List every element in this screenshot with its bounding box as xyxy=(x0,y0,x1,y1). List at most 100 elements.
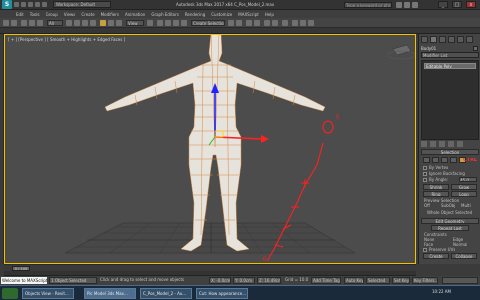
select-and-scale-icon[interactable] xyxy=(116,20,122,26)
viewport-label[interactable]: [ + ] [Perspective ] [ Smooth + Highligh… xyxy=(8,37,125,42)
link-icon[interactable] xyxy=(21,20,27,26)
z-coordinate-field[interactable]: Z: 16.49cm xyxy=(257,277,281,284)
y-coordinate-field[interactable]: Y: 0.0cm xyxy=(233,277,255,284)
preview-multi-radio[interactable]: Multi xyxy=(461,203,471,208)
stack-item-editable-poly[interactable]: Editable Poly xyxy=(424,63,476,69)
angle-spinner[interactable]: 45.0 xyxy=(459,177,477,182)
taskbar-app-3[interactable]: C_Pos_Model_2 - Au... xyxy=(140,288,192,299)
select-and-rotate-icon[interactable] xyxy=(108,20,114,26)
undo-icon[interactable] xyxy=(35,2,40,7)
bind-space-warp-icon[interactable] xyxy=(37,20,43,26)
create-button[interactable]: Create xyxy=(423,253,449,259)
reference-coordinate-dropdown[interactable]: View xyxy=(126,20,144,26)
object-color-swatch[interactable] xyxy=(473,46,478,51)
hierarchy-tab-icon[interactable] xyxy=(439,36,446,43)
menu-maxscript[interactable]: MAXScript xyxy=(238,12,259,17)
collapse-button[interactable]: Collapse xyxy=(451,253,477,259)
app-logo-icon[interactable]: S xyxy=(2,0,12,9)
edge-level-icon[interactable] xyxy=(432,157,439,163)
start-button[interactable] xyxy=(2,288,18,299)
selection-filter-dropdown[interactable]: All xyxy=(47,20,63,26)
schematic-view-icon[interactable] xyxy=(272,20,278,26)
display-tab-icon[interactable] xyxy=(457,36,464,43)
toggle-ribbon-icon[interactable] xyxy=(254,20,260,26)
taskbar-app-4[interactable]: Cut: How appearance... xyxy=(196,288,248,299)
close-button[interactable]: x xyxy=(466,1,476,8)
taskbar-app-1[interactable]: Objects View - Revit... xyxy=(22,288,74,299)
polygon-level-icon[interactable] xyxy=(450,157,457,163)
make-unique-icon[interactable] xyxy=(439,141,445,147)
save-file-icon[interactable] xyxy=(28,2,33,7)
spinner-snap-icon[interactable] xyxy=(181,20,187,26)
redo-toolbar-icon[interactable] xyxy=(11,20,17,26)
user-icon[interactable] xyxy=(404,2,410,8)
angle-snap-icon[interactable] xyxy=(165,20,171,26)
menu-graph-editors[interactable]: Graph Editors xyxy=(151,12,178,17)
motion-tab-icon[interactable] xyxy=(448,36,455,43)
perspective-viewport[interactable]: 0 0 [ + ] [Perspective ] [ Smooth + High… xyxy=(4,34,416,264)
pin-stack-icon[interactable] xyxy=(421,141,427,147)
viewcube[interactable] xyxy=(386,44,415,60)
menu-views[interactable]: Views xyxy=(64,12,76,17)
layer-explorer-icon[interactable] xyxy=(246,20,252,26)
border-level-icon[interactable] xyxy=(441,157,448,163)
render-setup-icon[interactable] xyxy=(292,20,298,26)
by-vertex-checkbox[interactable] xyxy=(423,166,427,170)
playback-controls[interactable] xyxy=(442,277,478,284)
menu-modifiers[interactable]: Modifiers xyxy=(101,12,119,17)
menu-help[interactable]: Help xyxy=(265,12,274,17)
search-input[interactable]: Type a keyword or phrase xyxy=(344,2,392,8)
snap-toggle-icon[interactable] xyxy=(157,20,163,26)
undo-toolbar-icon[interactable] xyxy=(3,20,9,26)
preserve-uvs-checkbox[interactable] xyxy=(423,248,427,252)
align-icon[interactable] xyxy=(236,20,242,26)
remove-modifier-icon[interactable] xyxy=(448,141,454,147)
select-object-icon[interactable] xyxy=(66,20,72,26)
menu-rendering[interactable]: Rendering xyxy=(185,12,205,17)
grow-button[interactable]: Grow xyxy=(451,184,477,190)
repeat-last-button[interactable]: Repeat Last xyxy=(431,225,469,231)
x-coordinate-field[interactable]: X: -0.0cm xyxy=(209,277,231,284)
unlink-icon[interactable] xyxy=(29,20,35,26)
new-file-icon[interactable] xyxy=(14,2,19,7)
ring-button[interactable]: Ring xyxy=(423,191,449,197)
time-slider-bar[interactable]: 0 / 100 xyxy=(4,264,416,271)
by-angle-checkbox[interactable] xyxy=(423,178,427,182)
menu-group[interactable]: Group xyxy=(46,12,58,17)
modifier-stack[interactable]: Editable Poly xyxy=(421,60,479,140)
preview-subobj-radio[interactable]: SubObj xyxy=(441,203,455,208)
key-mode-dropdown[interactable]: Selected xyxy=(366,277,390,284)
set-key-button[interactable]: Set Key xyxy=(392,277,410,284)
window-crossing-icon[interactable] xyxy=(90,20,96,26)
maximize-button[interactable]: □ xyxy=(452,1,462,8)
curve-editor-icon[interactable] xyxy=(264,20,270,26)
open-file-icon[interactable] xyxy=(21,2,26,7)
select-and-move-icon[interactable] xyxy=(100,20,106,26)
key-filters-button[interactable]: Key Filters... xyxy=(412,277,438,284)
help-icon[interactable] xyxy=(412,2,418,8)
modify-tab-icon[interactable] xyxy=(430,36,437,43)
pivot-center-icon[interactable] xyxy=(147,20,153,26)
menu-animation[interactable]: Animation xyxy=(125,12,145,17)
menu-edit[interactable]: Edit xyxy=(16,12,24,17)
show-end-result-icon[interactable] xyxy=(430,141,436,147)
rendered-frame-window-icon[interactable] xyxy=(300,20,306,26)
redo-icon[interactable] xyxy=(42,2,47,7)
mirror-icon[interactable] xyxy=(228,20,234,26)
auto-key-button[interactable]: Auto Key xyxy=(344,277,364,284)
search-icon[interactable] xyxy=(396,2,402,8)
preview-off-radio[interactable]: Off xyxy=(424,203,430,208)
edit-geometry-rollout-header[interactable]: Edit Geometry xyxy=(421,218,479,224)
create-tab-icon[interactable] xyxy=(421,36,428,43)
workspace-dropdown[interactable]: Workspace: Default xyxy=(53,1,111,8)
system-clock[interactable]: 10:22 AM xyxy=(432,289,451,294)
configure-sets-icon[interactable] xyxy=(457,141,463,147)
viewport-scene[interactable]: 0 0 xyxy=(5,35,416,264)
loop-button[interactable]: Loop xyxy=(451,191,477,197)
percent-snap-icon[interactable] xyxy=(173,20,179,26)
utilities-tab-icon[interactable] xyxy=(466,36,473,43)
character-mesh[interactable] xyxy=(104,35,326,252)
taskbar-app-2[interactable]: Pic Model 3ds Max... xyxy=(84,288,136,299)
shrink-button[interactable]: Shrink xyxy=(423,184,449,190)
modifier-list-dropdown[interactable]: Modifier List xyxy=(421,52,479,58)
